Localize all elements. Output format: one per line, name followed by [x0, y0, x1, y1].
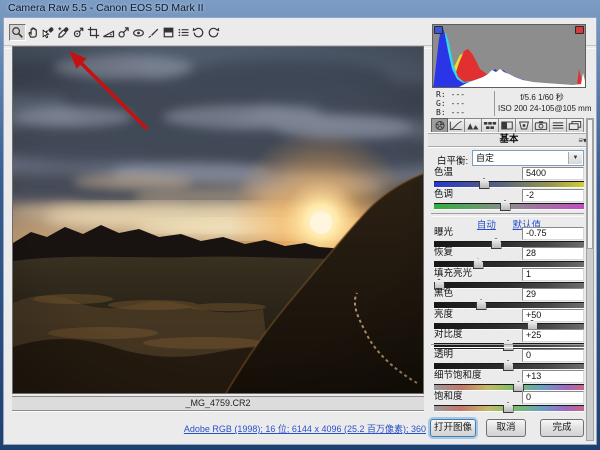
- slider-row: 黑色 29: [434, 288, 584, 311]
- histogram: [432, 24, 586, 88]
- slider-track[interactable]: [434, 238, 584, 249]
- filename: _MG_4759.CR2: [185, 398, 251, 408]
- image-preview[interactable]: [12, 46, 424, 394]
- preferences-tool[interactable]: [176, 24, 191, 41]
- tab-tone-curve[interactable]: [448, 118, 465, 133]
- white-balance-select[interactable]: 自定 ▼: [472, 150, 584, 166]
- panel-title: 基本: [499, 134, 519, 145]
- camera-raw-dialog: Camera Raw 5.5 - Canon EOS 5D Mark II _M…: [0, 0, 600, 450]
- zoom-tool[interactable]: [9, 24, 26, 41]
- panel-header: 基本 ≡▾: [428, 133, 590, 147]
- slider-label: 饱和度: [434, 391, 463, 402]
- slider-label: 填充亮光: [434, 267, 473, 279]
- filename-bar: _MG_4759.CR2: [12, 396, 424, 411]
- highlight-clipping-indicator[interactable]: [575, 26, 584, 34]
- divider: [431, 344, 584, 348]
- shadow-clipping-indicator[interactable]: [434, 26, 443, 34]
- slider-label: 对比度: [434, 328, 463, 340]
- white-balance-value: 自定: [476, 153, 495, 163]
- slider-row: 饱和度 0: [434, 391, 584, 413]
- slider-value-field[interactable]: 0: [522, 349, 584, 362]
- cancel-button[interactable]: 取消: [486, 419, 526, 437]
- slider-track[interactable]: [434, 178, 584, 189]
- slider-label: 亮度: [434, 308, 454, 320]
- tab-basic[interactable]: [431, 118, 448, 133]
- tab-hsl-grayscale[interactable]: [482, 118, 499, 133]
- white-balance-tool[interactable]: [41, 24, 56, 41]
- slider-value-field[interactable]: 1: [522, 267, 584, 281]
- targeted-adjustment-tool[interactable]: [71, 24, 86, 41]
- window-title: Camera Raw 5.5 - Canon EOS 5D Mark II: [8, 2, 204, 14]
- slider-label: 恢复: [434, 247, 454, 259]
- slider-value-field[interactable]: 0: [522, 391, 584, 404]
- slider-value-field[interactable]: 29: [522, 288, 584, 302]
- slider-track[interactable]: [434, 381, 584, 392]
- presence-sliders: 透明 0 细节饱和度 +13 饱和度 0: [434, 349, 584, 413]
- slider-track[interactable]: [433, 278, 584, 290]
- aperture-shutter: f/5.6 1/60 秒: [520, 93, 564, 102]
- tab-camera-calibration[interactable]: [533, 118, 550, 133]
- tab-detail[interactable]: [465, 118, 482, 133]
- slider-label: 黑色: [434, 288, 454, 300]
- slider-row: 色温 5400: [434, 167, 584, 189]
- toolbar: [9, 23, 221, 42]
- spot-removal-tool[interactable]: [116, 24, 131, 41]
- slider-value-field[interactable]: +25: [522, 328, 584, 342]
- slider-value-field[interactable]: 5400: [522, 167, 584, 180]
- rotate-ccw-tool[interactable]: [191, 24, 206, 41]
- red-eye-tool[interactable]: [131, 24, 146, 41]
- slider-row: 透明 0: [434, 349, 584, 371]
- straighten-tool[interactable]: [101, 24, 116, 41]
- slider-row: 亮度 +50: [434, 308, 584, 331]
- tab-presets[interactable]: [550, 118, 567, 133]
- slider-value-field[interactable]: -2: [522, 189, 584, 202]
- slider-track[interactable]: [434, 258, 584, 270]
- rotate-cw-tool[interactable]: [206, 24, 221, 41]
- panel-tabs: [431, 118, 584, 133]
- panel-scrollbar[interactable]: [586, 118, 594, 441]
- capture-settings: f/5.6 1/60 秒 ISO 200 24-105@105 mm: [498, 92, 592, 114]
- histogram-canvas: [433, 28, 585, 87]
- tab-lens-corrections[interactable]: [516, 118, 533, 133]
- slider-track[interactable]: [434, 402, 584, 413]
- hand-tool[interactable]: [26, 24, 41, 41]
- slider-label: 透明: [434, 349, 454, 360]
- camera-info: R: --- G: --- B: --- f/5.6 1/60 秒 ISO 200 2…: [432, 90, 592, 117]
- white-balance-label: 白平衡:: [437, 156, 469, 167]
- slider-track[interactable]: [434, 200, 584, 211]
- preview-image: [13, 47, 423, 393]
- tab-split-toning[interactable]: [499, 118, 516, 133]
- slider-row: 色调 -2: [434, 189, 584, 211]
- combo-arrow-icon[interactable]: ▼: [568, 152, 582, 164]
- slider-value-field[interactable]: -0.75: [522, 227, 584, 240]
- slider-row: 细节饱和度 +13: [434, 370, 584, 392]
- tab-snapshots[interactable]: [567, 118, 584, 133]
- slider-row: 填充亮光 1: [433, 267, 584, 290]
- wb-sliders: 色温 5400 色调 -2: [434, 167, 584, 211]
- slider-row: 曝光 -0.75: [434, 227, 584, 249]
- slider-label: 细节饱和度: [434, 370, 482, 381]
- graduated-filter-tool[interactable]: [161, 24, 176, 41]
- color-sampler-tool[interactable]: [56, 24, 71, 41]
- iso-lens: ISO 200 24-105@105 mm: [498, 104, 592, 113]
- slider-track[interactable]: [434, 360, 584, 371]
- slider-value-field[interactable]: 28: [522, 247, 584, 261]
- slider-value-field[interactable]: +13: [522, 370, 584, 383]
- crop-tool[interactable]: [86, 24, 101, 41]
- adjustment-brush-tool[interactable]: [146, 24, 161, 41]
- workflow-settings-link[interactable]: Adobe RGB (1998); 16 位; 6144 x 4096 (25.…: [12, 422, 426, 435]
- slider-label: 色调: [434, 189, 454, 200]
- tone-sliders: 曝光 -0.75 恢复 28 填充亮光 1 黑色 29 亮度 +50 对比度 +25: [433, 227, 584, 351]
- done-button[interactable]: 完成: [540, 419, 584, 437]
- slider-label: 曝光: [434, 227, 454, 238]
- scrollbar-thumb[interactable]: [587, 119, 593, 249]
- rgb-readout: R: --- G: --- B: ---: [436, 90, 466, 117]
- slider-label: 色温: [434, 167, 454, 178]
- slider-track[interactable]: [434, 299, 584, 311]
- open-image-button[interactable]: 打开图像: [430, 419, 476, 437]
- exif-divider: [494, 91, 495, 116]
- slider-value-field[interactable]: +50: [522, 308, 584, 322]
- slider-track[interactable]: [434, 319, 584, 331]
- slider-row: 恢复 28: [434, 247, 584, 270]
